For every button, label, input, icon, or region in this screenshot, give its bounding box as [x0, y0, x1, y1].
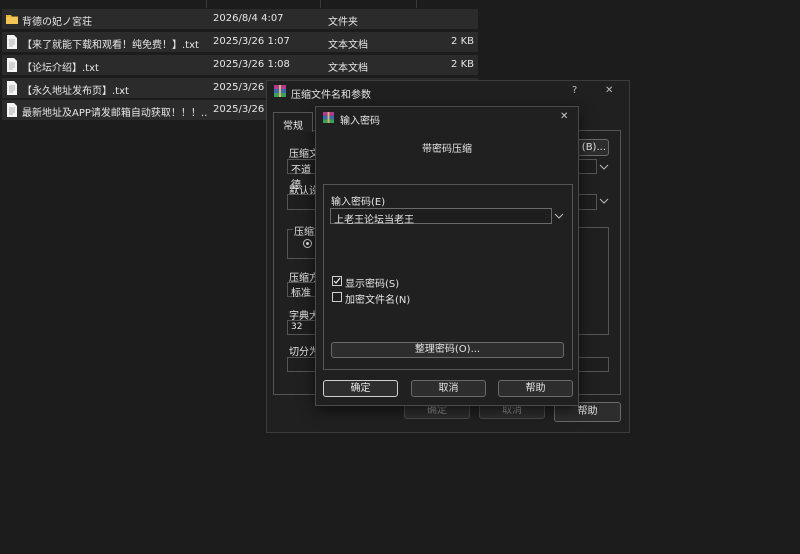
file-row[interactable]: 【论坛介绍】.txt 2025/3/26 1:08 文本文档 2 KB	[2, 55, 478, 75]
browse-label: (B)...	[581, 142, 606, 153]
file-name: 背德の妃ノ宮荘	[22, 17, 92, 28]
method-value: 标准	[291, 288, 311, 299]
password-label: 输入密码(E)	[331, 197, 386, 208]
file-row[interactable]: 【来了就能下载和观看！纯免费！】.txt 2025/3/26 1:07 文本文档…	[2, 32, 478, 52]
file-date: 2025/3/26 1:08	[213, 59, 290, 70]
tab-general[interactable]: 常规	[273, 112, 313, 132]
file-date: 2025/3/26 1	[213, 82, 274, 93]
password-value: 上老王论坛当老王	[334, 215, 414, 226]
tab-label: 常规	[283, 121, 303, 132]
column-separator[interactable]	[206, 0, 207, 8]
ok-button[interactable]: 确定	[323, 380, 398, 397]
password-dialog: 输入密码 ✕ 带密码压缩 输入密码(E) 上老王论坛当老王 显示密码(S) 加密…	[315, 106, 579, 406]
dictionary-select[interactable]: 32	[287, 320, 317, 335]
help-icon[interactable]: ?	[572, 85, 577, 96]
encrypt-filenames-label[interactable]: 加密文件名(N)	[345, 291, 410, 306]
file-type: 文件夹	[328, 17, 358, 28]
file-row[interactable]: 背德の妃ノ宮荘 2026/8/4 4:07 文件夹	[2, 9, 478, 29]
text-file-icon	[7, 58, 17, 72]
file-date: 2026/8/4 4:07	[213, 13, 284, 24]
method-select[interactable]: 标准	[287, 282, 317, 299]
show-password-label[interactable]: 显示密码(S)	[345, 275, 399, 290]
organize-passwords-label: 整理密码(O)...	[414, 344, 481, 355]
split-input[interactable]	[287, 357, 317, 372]
cancel-label: 取消	[502, 405, 522, 416]
file-name: 【论坛介绍】.txt	[22, 63, 99, 74]
file-name: 【来了就能下载和观看！纯免费！】.txt	[22, 40, 199, 51]
ok-label: 确定	[350, 383, 371, 394]
dialog-title: 输入密码	[340, 116, 380, 127]
ok-label: 确定	[427, 405, 447, 416]
cancel-label: 取消	[438, 383, 459, 394]
help-label: 帮助	[577, 406, 598, 417]
cancel-button[interactable]: 取消	[411, 380, 486, 397]
file-name: 最新地址及APP请发邮箱自动获取！！！....	[22, 108, 208, 119]
text-file-icon	[7, 35, 17, 49]
help-button[interactable]: 帮助	[498, 380, 573, 397]
encrypt-filenames-checkbox[interactable]	[332, 292, 342, 302]
dictionary-value: 32	[291, 322, 303, 332]
dialog-heading: 带密码压缩	[422, 144, 472, 155]
password-input[interactable]: 上老王论坛当老王	[330, 208, 552, 226]
chevron-down-icon[interactable]	[599, 197, 609, 205]
file-name: 【永久地址发布页】.txt	[22, 86, 129, 97]
chevron-down-icon[interactable]	[554, 212, 564, 220]
dialog-titlebar[interactable]: 压缩文件名和参数 ? ✕	[267, 81, 629, 103]
column-separator[interactable]	[320, 0, 321, 8]
file-size: 2 KB	[451, 59, 474, 70]
close-icon[interactable]: ✕	[605, 85, 613, 96]
column-separator[interactable]	[416, 0, 417, 8]
folder-icon	[6, 15, 18, 24]
file-type: 文本文档	[328, 40, 368, 51]
file-date: 2025/3/26 1	[213, 104, 274, 115]
winrar-icon	[323, 112, 334, 123]
chevron-down-icon[interactable]	[599, 163, 609, 171]
organize-passwords-button[interactable]: 整理密码(O)...	[331, 342, 564, 358]
dialog-titlebar[interactable]: 输入密码 ✕	[316, 107, 578, 129]
archive-name-input[interactable]: 不道德	[287, 159, 317, 191]
text-file-icon	[7, 81, 17, 95]
text-file-icon	[7, 103, 17, 117]
file-size: 2 KB	[451, 36, 474, 47]
close-icon[interactable]: ✕	[560, 111, 568, 122]
help-label: 帮助	[525, 383, 546, 394]
file-date: 2025/3/26 1:07	[213, 36, 290, 47]
file-type: 文本文档	[328, 63, 368, 74]
format-radio[interactable]	[303, 239, 312, 248]
show-password-checkbox[interactable]	[332, 276, 342, 286]
checkmark-icon	[333, 277, 341, 284]
dialog-title: 压缩文件名和参数	[291, 90, 371, 101]
winrar-icon	[274, 85, 286, 97]
profiles-button[interactable]	[287, 194, 317, 210]
